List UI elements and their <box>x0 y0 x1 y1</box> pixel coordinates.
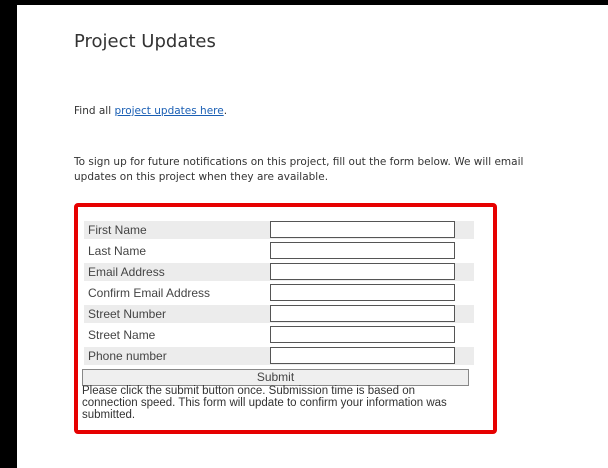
email-input[interactable] <box>270 263 455 280</box>
window-frame-left <box>0 0 17 468</box>
phone-number-input[interactable] <box>270 347 455 364</box>
form-row-phone: Phone number <box>84 347 474 365</box>
form-row-last-name: Last Name <box>84 242 474 260</box>
form-row-first-name: First Name <box>84 221 474 239</box>
last-name-label: Last Name <box>88 244 147 258</box>
signup-form: First Name Last Name Email Address Confi… <box>74 203 497 434</box>
email-label: Email Address <box>88 265 165 279</box>
form-row-street-name: Street Name <box>84 326 474 344</box>
form-row-confirm-email: Confirm Email Address <box>84 284 474 302</box>
project-updates-link[interactable]: project updates here <box>114 105 223 117</box>
submission-note: Please click the submit button once. Sub… <box>82 385 447 421</box>
signup-instructions: To sign up for future notifications on t… <box>74 156 524 183</box>
street-name-input[interactable] <box>270 326 455 343</box>
confirm-email-label: Confirm Email Address <box>88 286 211 300</box>
page-content: Project Updates Find all project updates… <box>17 5 608 468</box>
phone-number-label: Phone number <box>88 349 167 363</box>
first-name-label: First Name <box>88 223 147 237</box>
street-name-label: Street Name <box>88 328 156 342</box>
form-row-street-number: Street Number <box>84 305 474 323</box>
find-updates-text: Find all project updates here. <box>74 105 227 117</box>
find-prefix: Find all <box>74 105 115 117</box>
page-title: Project Updates <box>74 31 216 52</box>
find-suffix: . <box>223 105 228 117</box>
last-name-input[interactable] <box>270 242 455 259</box>
street-number-label: Street Number <box>88 307 167 321</box>
form-row-email: Email Address <box>84 263 474 281</box>
street-number-input[interactable] <box>270 305 455 322</box>
confirm-email-input[interactable] <box>270 284 455 301</box>
first-name-input[interactable] <box>270 221 455 238</box>
submit-button[interactable]: Submit <box>82 369 469 386</box>
